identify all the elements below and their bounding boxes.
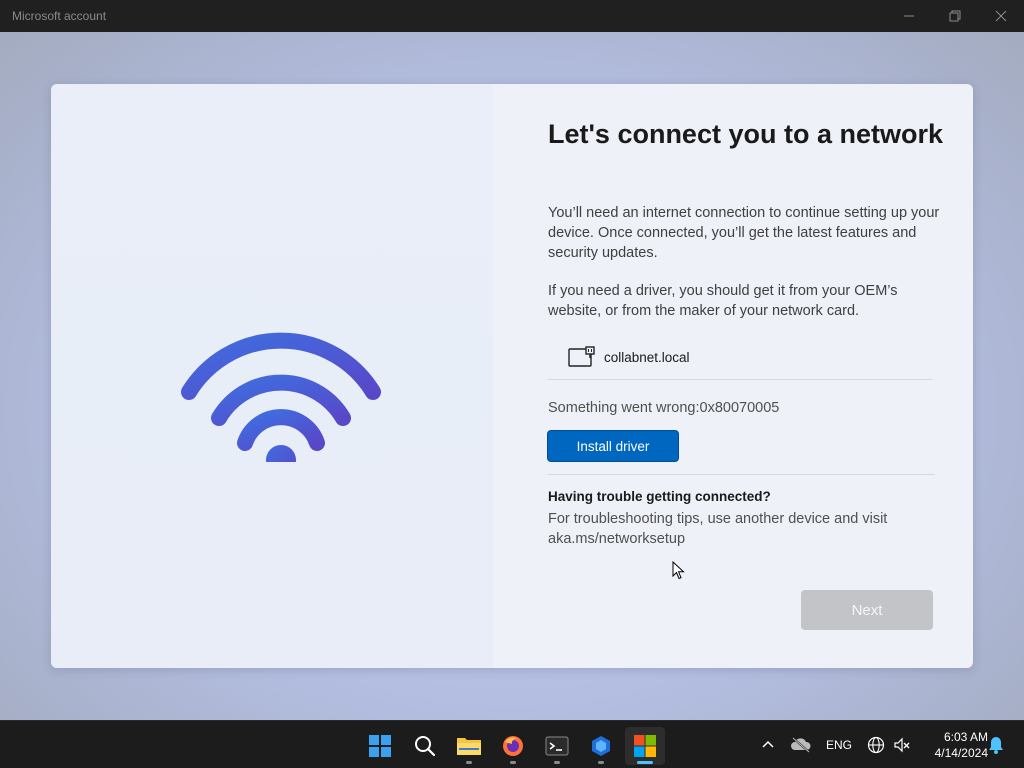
window-titlebar: Microsoft account (0, 0, 1024, 32)
globe-icon (867, 736, 885, 754)
install-driver-button[interactable]: Install driver (547, 430, 679, 462)
next-button[interactable]: Next (801, 590, 933, 630)
intro-text: You’ll need an internet connection to co… (548, 205, 940, 261)
wifi-illustration-icon (181, 332, 381, 462)
window-title: Microsoft account (12, 9, 107, 23)
app-icon (592, 736, 610, 756)
file-explorer-button[interactable] (449, 727, 489, 765)
search-button[interactable] (405, 727, 445, 765)
trouble-heading: Having trouble getting connected? (548, 489, 771, 504)
volume-muted-icon (894, 737, 910, 753)
app-button[interactable] (581, 727, 621, 765)
chevron-up-icon (762, 740, 774, 748)
microsoft-store-button[interactable] (625, 727, 665, 765)
notifications-button[interactable] (988, 721, 1004, 768)
network-list-item[interactable]: collabnet.local (548, 340, 932, 380)
close-icon (995, 10, 1007, 22)
language-indicator[interactable]: ENG (826, 721, 852, 768)
setup-card: Let's connect you to a network You’ll ne… (51, 84, 973, 668)
taskbar: ENG 6:03 AM 4/14/2024 (0, 720, 1024, 768)
illustration-pane (51, 84, 493, 668)
terminal-button[interactable] (537, 727, 577, 765)
network-tray[interactable] (867, 721, 885, 768)
ethernet-icon (568, 346, 595, 367)
minimize-button[interactable] (886, 0, 932, 32)
bell-icon (989, 737, 1003, 754)
close-button[interactable] (978, 0, 1024, 32)
clock-time: 6:03 AM (943, 730, 988, 744)
minimize-icon (904, 15, 914, 17)
network-name: collabnet.local (604, 350, 690, 365)
cloud-offline-icon (791, 737, 811, 753)
driver-info-text: If you need a driver, you should get it … (548, 283, 898, 319)
error-message: Something went wrong:0x80070005 (548, 400, 780, 416)
clock[interactable]: 6:03 AM 4/14/2024 (920, 729, 988, 761)
start-icon (369, 735, 391, 757)
restore-button[interactable] (932, 0, 978, 32)
start-button[interactable] (360, 727, 400, 765)
restore-icon (949, 10, 961, 22)
firefox-button[interactable] (493, 727, 533, 765)
show-hidden-icons-button[interactable] (760, 721, 776, 768)
microsoft-store-icon (634, 735, 656, 757)
terminal-icon (545, 736, 569, 756)
oobe-background: Let's connect you to a network You’ll ne… (0, 32, 1024, 720)
file-explorer-icon (457, 738, 481, 755)
trouble-text: For troubleshooting tips, use another de… (548, 511, 888, 547)
firefox-icon (503, 736, 523, 756)
volume-tray[interactable] (893, 721, 911, 768)
page-title: Let's connect you to a network (548, 119, 943, 149)
onedrive-tray[interactable] (790, 721, 812, 768)
search-icon (415, 736, 436, 757)
divider (548, 474, 935, 475)
clock-date: 4/14/2024 (934, 746, 988, 760)
mouse-cursor-icon (672, 561, 685, 580)
